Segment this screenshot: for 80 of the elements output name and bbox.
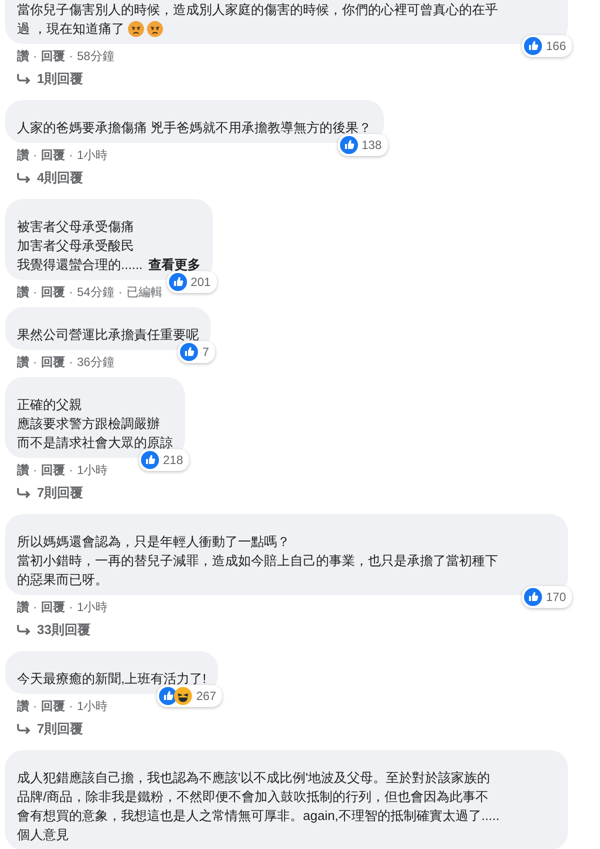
view-replies-link[interactable]: 1則回覆 [17,70,84,88]
like-link[interactable]: 讚 [17,462,29,478]
reaction-count[interactable]: 218 [138,449,189,471]
comment-text: 當你兒子傷害別人的時候，造成別人家庭的傷害的時候，你們的心裡可曾真心的在乎 [17,1,498,19]
separator-dot: · [33,599,37,615]
reaction-count[interactable]: 7 [178,341,215,363]
like-link[interactable]: 讚 [17,48,29,64]
meta-text: 已編輯 [126,284,162,300]
separator-dot: · [33,284,37,300]
meta-text: 1小時 [77,462,108,478]
comment-text: 會有想買的意象，我想這也是人之常情無可厚非。again,不理智的抵制確實太過了..... [17,807,500,825]
reaction-number: 201 [190,275,211,289]
reply-arrow-icon [17,487,31,499]
like-link[interactable]: 讚 [17,354,29,370]
comment-text: 今天最療癒的新聞,上班有活力了! [17,670,206,688]
reply-arrow-icon [17,723,31,735]
view-replies-link[interactable]: 33則回覆 [17,621,90,639]
separator-dot: · [69,48,73,64]
separator-dot: · [33,462,37,478]
view-replies-link[interactable]: 7則回覆 [17,720,84,738]
separator-dot: · [69,698,73,714]
separator-dot: · [69,599,73,615]
separator-dot: · [33,48,37,64]
reaction-number: 170 [546,590,566,604]
reply-link[interactable]: 回覆 [41,284,65,300]
meta-text: 1小時 [77,147,108,163]
like-link[interactable]: 讚 [17,147,29,163]
comment-text: 果然公司營運比承擔責任重要呢 [17,326,199,344]
see-more-link[interactable]: 查看更多 [148,255,201,274]
meta-text: 1小時 [77,698,108,714]
reply-link[interactable]: 回覆 [41,354,65,370]
separator-dot: · [33,147,37,163]
like-link[interactable]: 讚 [17,698,29,714]
meta-text: 54分鐘 [77,284,114,300]
separator-dot: · [33,698,37,714]
comment-text: 當初小錯時，一再的替兒子減罪，造成如今賠上自己的事業，也只是承擔了當初種下 [17,552,498,570]
comment-text: 人家的爸媽要承擔傷痛 兇手爸媽就不用承擔教導無方的後果？ [17,119,372,137]
meta-text: 1小時 [77,599,108,615]
reaction-count[interactable]: 166 [522,35,572,57]
reply-link[interactable]: 回覆 [41,48,65,64]
separator-dot: · [69,284,73,300]
view-replies-link[interactable]: 4則回覆 [17,169,84,187]
reply-link[interactable]: 回覆 [41,599,65,615]
meta-text: 58分鐘 [77,48,114,64]
separator-dot: · [33,354,37,370]
reply-arrow-icon [17,73,31,85]
comment-text: 所以媽媽還會認為，只是年輕人衝動了一點嗎？ [17,533,290,551]
comment-text: 被害者父母承受傷痛 [17,218,134,236]
separator-dot: · [69,462,73,478]
reply-link[interactable]: 回覆 [41,147,65,163]
separator-dot: · [69,354,73,370]
reply-link[interactable]: 回覆 [41,698,65,714]
comment-text: 成人犯錯應該自己擔，我也認為不應該'以不成比例'地波及父母。至於對於該家族的 [17,769,490,787]
comment-text: 應該要求警方跟檢調嚴辦 [17,415,160,433]
separator-dot: · [118,284,122,300]
comment-text: 品牌/商品，除非我是鐵粉，不然即便不會加入鼓吹抵制的行列，但也會因為此事不 [17,788,489,806]
meta-text: 36分鐘 [77,354,114,370]
view-replies-link[interactable]: 7則回覆 [17,484,84,502]
comment-text: 個人意見 [17,826,69,844]
reply-arrow-icon [17,172,31,184]
comment-text: 我覺得還蠻合理的...... [17,256,143,274]
separator-dot: · [69,147,73,163]
reaction-number: 267 [196,689,216,703]
reaction-number: 138 [362,138,382,152]
comment-text: 加害者父母承受酸民 [17,237,134,255]
like-link[interactable]: 讚 [17,599,29,615]
reaction-count[interactable]: 267 [157,685,222,707]
reply-link[interactable]: 回覆 [41,462,65,478]
comment-text: 而不是請求社會大眾的原諒 [17,434,173,452]
reaction-count[interactable]: 170 [522,586,572,608]
reaction-number: 166 [546,39,566,53]
reaction-number: 7 [202,345,209,359]
reaction-count[interactable]: 138 [338,134,388,156]
reply-arrow-icon [17,624,31,636]
comment-text: 的惡果而已呀。 [17,571,108,589]
like-link[interactable]: 讚 [17,284,29,300]
reaction-number: 218 [162,453,183,467]
reaction-count[interactable]: 201 [166,271,217,293]
comment-text: 正確的父親 [17,396,82,414]
comment-text: 過 ，現在知道痛了 [17,20,125,38]
